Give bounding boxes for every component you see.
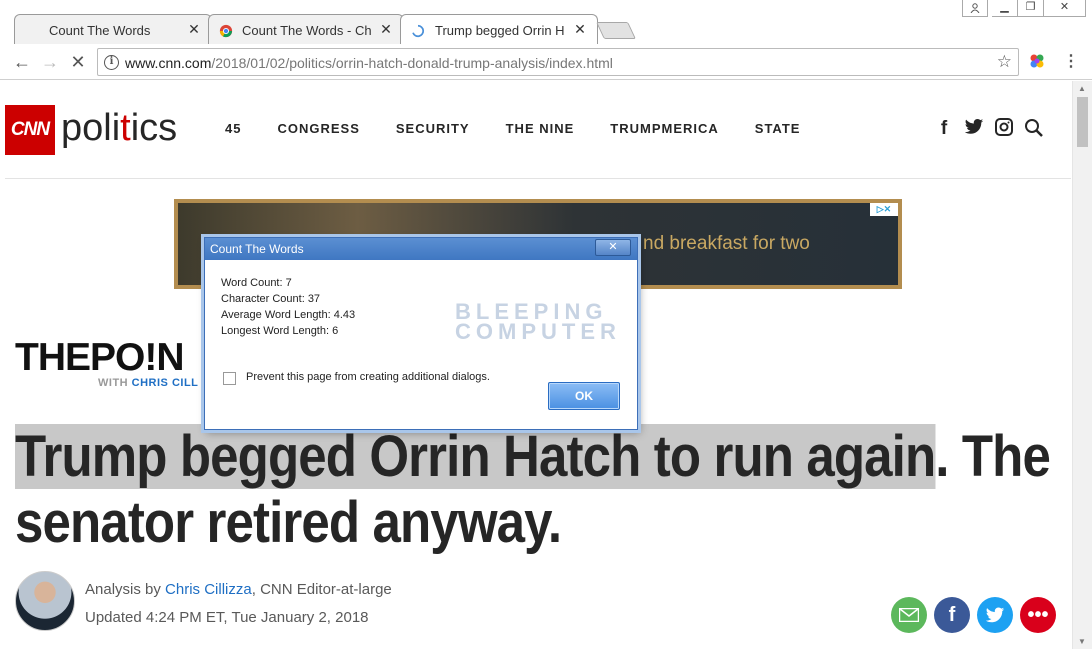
forward-arrow-icon[interactable]: → xyxy=(40,52,60,72)
nav-item-congress[interactable]: CONGRESS xyxy=(277,121,359,136)
longest-length-line: Longest Word Length: 6 xyxy=(221,325,339,337)
chrome-favicon-icon xyxy=(219,24,233,38)
social-links: f xyxy=(929,118,1049,142)
tab-close-icon[interactable]: ✕ xyxy=(379,21,393,38)
vertical-scrollbar[interactable]: ▲ ▼ xyxy=(1072,81,1092,649)
tab-title: Count The Words - Chrome xyxy=(242,23,372,38)
tab-count-the-words[interactable]: Count The Words ✕ xyxy=(14,14,212,45)
loading-spinner-icon xyxy=(412,24,425,38)
facebook-share-icon[interactable]: f xyxy=(934,597,970,633)
author-link[interactable]: Chris Cillizza xyxy=(165,581,252,598)
nav-item-state[interactable]: STATE xyxy=(755,121,801,136)
twitter-icon[interactable] xyxy=(959,118,989,142)
tab-title: Trump begged Orrin Hatch xyxy=(435,23,565,38)
ok-button[interactable]: OK xyxy=(548,382,620,410)
prevent-dialogs-label[interactable]: Prevent this page from creating addition… xyxy=(246,371,490,383)
nav-item-45[interactable]: 45 xyxy=(225,121,241,136)
url-text: www.cnn.com/2018/01/02/politics/orrin-ha… xyxy=(125,55,613,71)
minimize-icon[interactable]: ▁ xyxy=(992,0,1018,17)
restore-icon[interactable]: ❐ xyxy=(1018,0,1044,17)
adchoices-icon[interactable]: ▷✕ xyxy=(870,203,898,216)
extension-icon[interactable] xyxy=(1029,53,1045,69)
author-avatar[interactable] xyxy=(15,571,75,631)
search-icon[interactable] xyxy=(1019,118,1049,142)
tab-close-icon[interactable]: ✕ xyxy=(573,21,587,38)
address-bar[interactable]: i www.cnn.com/2018/01/02/politics/orrin-… xyxy=(97,48,1019,76)
dialog-close-icon[interactable]: ✕ xyxy=(595,239,631,256)
count-words-dialog: Count The Words ✕ BLEEPING COMPUTER Word … xyxy=(204,237,638,430)
twitter-share-icon[interactable] xyxy=(977,597,1013,633)
cnn-logo[interactable]: CNN xyxy=(5,105,55,155)
kebab-menu-icon[interactable]: ⋮ xyxy=(1063,53,1079,71)
user-profile-icon[interactable] xyxy=(962,0,988,17)
ad-text: nd breakfast for two xyxy=(643,233,810,254)
tab-title: Count The Words xyxy=(49,23,151,38)
the-point-host: WITH CHRIS CILL xyxy=(98,377,199,389)
browser-toolbar: ← → ✕ i www.cnn.com/2018/01/02/politics/… xyxy=(0,44,1092,80)
tab-strip: Count The Words ✕ Count The Words - Chro… xyxy=(0,0,1092,45)
facebook-icon[interactable]: f xyxy=(929,118,959,142)
scroll-down-icon[interactable]: ▼ xyxy=(1078,637,1086,646)
tab-count-the-words-chrome[interactable]: Count The Words - Chrome ✕ xyxy=(208,14,404,45)
bleeping-computer-watermark: BLEEPING COMPUTER xyxy=(455,299,621,344)
article-headline: Trump begged Orrin Hatch to run again. T… xyxy=(15,424,1051,555)
bookmark-star-icon[interactable]: ☆ xyxy=(997,52,1012,72)
window-controls: ▁ ❐ ✕ xyxy=(962,0,1086,18)
dialog-title: Count The Words xyxy=(210,242,304,256)
instagram-icon[interactable] xyxy=(989,118,1019,142)
nav-item-security[interactable]: SECURITY xyxy=(396,121,470,136)
nav-item-the-nine[interactable]: THE NINE xyxy=(506,121,575,136)
the-point-logo[interactable]: THEPO!N xyxy=(15,336,184,380)
more-share-icon[interactable]: ••• xyxy=(1020,597,1056,633)
updated-timestamp: Updated 4:24 PM ET, Tue January 2, 2018 xyxy=(85,609,369,626)
character-count-line: Character Count: 37 xyxy=(221,293,321,305)
byline: Analysis by Chris Cillizza, CNN Editor-a… xyxy=(85,581,392,598)
browser-window: Count The Words ✕ Count The Words - Chro… xyxy=(0,0,1092,649)
prevent-dialogs-checkbox[interactable] xyxy=(223,372,236,385)
new-tab-button[interactable] xyxy=(596,22,636,39)
average-length-line: Average Word Length: 4.43 xyxy=(221,309,356,321)
section-nav: 45 CONGRESS SECURITY THE NINE TRUMPMERIC… xyxy=(225,121,836,136)
dialog-titlebar[interactable]: Count The Words ✕ xyxy=(205,238,637,260)
scrollbar-thumb[interactable] xyxy=(1077,97,1088,147)
headline-selection: Trump begged Orrin Hatch to run again xyxy=(15,424,936,489)
cnn-header: CNN politics 45 CONGRESS SECURITY THE NI… xyxy=(5,81,1071,179)
word-count-line: Word Count: 7 xyxy=(221,277,292,289)
dialog-body: BLEEPING COMPUTER Word Count: 7 Character… xyxy=(205,260,637,429)
window-close-icon[interactable]: ✕ xyxy=(1044,0,1086,17)
share-buttons: f ••• xyxy=(891,597,1063,633)
section-wordmark[interactable]: politics xyxy=(61,107,177,150)
tab-trump-article[interactable]: Trump begged Orrin Hatch ✕ xyxy=(400,14,598,45)
email-share-icon[interactable] xyxy=(891,597,927,633)
tab-close-icon[interactable]: ✕ xyxy=(187,21,201,38)
site-info-icon[interactable]: i xyxy=(104,55,119,70)
scroll-up-icon[interactable]: ▲ xyxy=(1078,84,1086,93)
stop-loading-icon[interactable]: ✕ xyxy=(68,52,88,72)
nav-item-trumpmerica[interactable]: TRUMPMERICA xyxy=(610,121,719,136)
back-arrow-icon[interactable]: ← xyxy=(12,52,32,72)
